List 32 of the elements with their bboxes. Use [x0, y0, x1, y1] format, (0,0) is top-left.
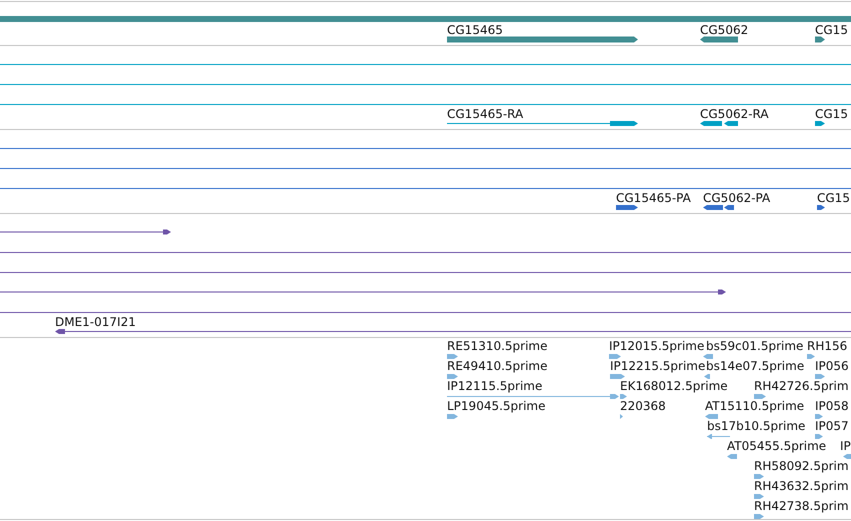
feature-label[interactable]: RE51310.5prime [447, 339, 548, 353]
feature-label[interactable]: CG5062-PA [703, 191, 770, 205]
feature-label[interactable]: IP058 [815, 399, 849, 413]
feature-label[interactable]: IP12015.5prime [609, 339, 704, 353]
feature-label[interactable]: CG5062 [700, 23, 748, 37]
feature-label[interactable]: RH42738.5prim [754, 499, 849, 513]
feature-label[interactable]: bs59c01.5prime [706, 339, 804, 353]
feature-label[interactable]: bs17b10.5prime [707, 419, 806, 433]
feature-label[interactable]: CG5062-RA [700, 107, 769, 121]
feature-label[interactable]: CG15 [815, 107, 848, 121]
feature-label[interactable]: AT15110.5prime [705, 399, 804, 413]
feature-label[interactable]: bs14e07.5prime [706, 359, 804, 373]
feature-label[interactable]: RH42726.5prim [754, 379, 849, 393]
feature-label[interactable]: CG15 [817, 191, 850, 205]
feature-label[interactable]: LP19045.5prime [447, 399, 546, 413]
feature-label[interactable]: CG15 [815, 23, 848, 37]
feature-label[interactable]: 220368 [620, 399, 666, 413]
feature-label[interactable]: RE49410.5prime [447, 359, 548, 373]
feature-label[interactable]: AT05455.5prime [727, 439, 826, 453]
feature-label[interactable]: CG15465-PA [616, 191, 691, 205]
feature-label[interactable]: RH58092.5prim [754, 459, 849, 473]
feature-label[interactable]: CG15465 [447, 23, 503, 37]
feature-label[interactable]: IP12115.5prime [447, 379, 542, 393]
feature-label[interactable]: IP12215.5prime [610, 359, 706, 373]
feature-label[interactable]: DME1-017I21 [55, 315, 136, 329]
feature-label[interactable]: EK168012.5prime [620, 379, 728, 393]
feature-label[interactable]: RH43632.5prim [754, 479, 849, 493]
feature-label[interactable]: IP056 [815, 359, 849, 373]
feature-label[interactable]: CG15465-RA [447, 107, 524, 121]
feature-label[interactable]: IP [840, 439, 851, 453]
feature-label[interactable]: IP057 [815, 419, 849, 433]
feature-label[interactable]: RH156 [807, 339, 848, 353]
